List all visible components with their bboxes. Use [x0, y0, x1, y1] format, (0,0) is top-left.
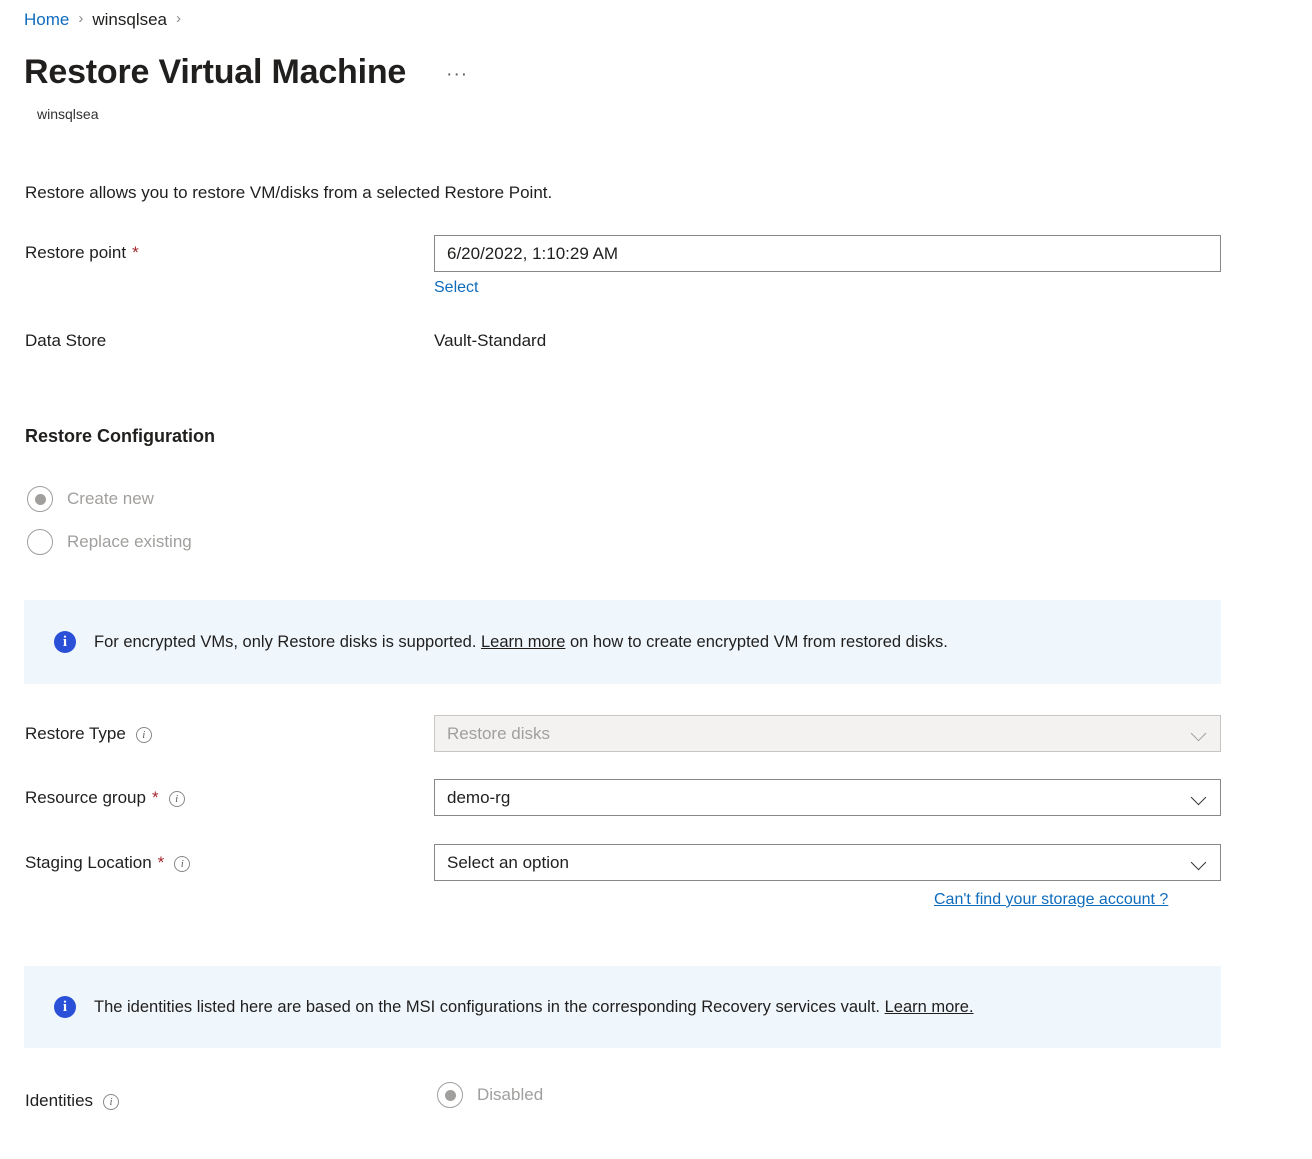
- learn-more-link[interactable]: Learn more.: [885, 998, 974, 1016]
- breadcrumb: Home › winsqlsea ›: [24, 8, 190, 32]
- info-banner-encrypted-vms-text: For encrypted VMs, only Restore disks is…: [94, 631, 948, 653]
- radio-identities-disabled[interactable]: Disabled: [437, 1082, 543, 1108]
- info-circle-icon[interactable]: i: [174, 856, 191, 872]
- required-indicator: *: [157, 853, 165, 872]
- banner-text-after: on how to create encrypted VM from resto…: [565, 633, 948, 651]
- info-banner-identities: i The identities listed here are based o…: [24, 966, 1221, 1048]
- radio-identities-disabled-indicator[interactable]: [437, 1082, 463, 1108]
- radio-create-new-label: Create new: [67, 489, 154, 508]
- banner-text-before: The identities listed here are based on …: [94, 998, 885, 1016]
- page-subtitle: winsqlsea: [37, 106, 99, 122]
- staging-location-label: Staging Location * i: [25, 851, 191, 875]
- page-title: Restore Virtual Machine: [24, 53, 407, 91]
- radio-replace-existing[interactable]: Replace existing: [27, 529, 192, 555]
- page-title-row: Restore Virtual Machine ···: [24, 50, 472, 94]
- identities-label: Identities i: [25, 1089, 120, 1113]
- info-circle-icon[interactable]: i: [168, 791, 185, 807]
- chevron-down-icon: [1192, 726, 1208, 742]
- chevron-down-icon: [1192, 855, 1208, 871]
- radio-replace-existing-label: Replace existing: [67, 532, 192, 551]
- radio-create-new[interactable]: Create new: [27, 486, 154, 512]
- restore-type-value: Restore disks: [447, 723, 550, 743]
- info-banner-encrypted-vms: i For encrypted VMs, only Restore disks …: [24, 600, 1221, 684]
- cant-find-storage-account-link[interactable]: Can't find your storage account ?: [934, 889, 1168, 911]
- staging-location-dropdown[interactable]: Select an option: [434, 844, 1221, 881]
- intro-text: Restore allows you to restore VM/disks f…: [25, 183, 553, 202]
- breadcrumb-item-home[interactable]: Home: [24, 8, 69, 32]
- resource-group-dropdown[interactable]: demo-rg: [434, 779, 1221, 816]
- info-icon: i: [54, 996, 76, 1018]
- breadcrumb-item-winsqlsea[interactable]: winsqlsea: [92, 8, 167, 32]
- info-circle-icon[interactable]: i: [103, 1094, 120, 1110]
- restore-point-input[interactable]: 6/20/2022, 1:10:29 AM: [434, 235, 1221, 272]
- required-indicator: *: [132, 243, 139, 262]
- data-store-label: Data Store: [25, 331, 107, 350]
- breadcrumb-separator-icon: ›: [78, 10, 84, 27]
- radio-replace-existing-indicator[interactable]: [27, 529, 53, 555]
- restore-type-dropdown: Restore disks: [434, 715, 1221, 752]
- restore-type-label: Restore Type i: [25, 722, 152, 746]
- info-banner-identities-text: The identities listed here are based on …: [94, 996, 974, 1018]
- required-indicator: *: [151, 788, 159, 807]
- more-options-icon[interactable]: ···: [442, 64, 472, 86]
- resource-group-value: demo-rg: [447, 787, 511, 807]
- restore-point-label: Restore point *: [25, 241, 139, 265]
- radio-create-new-indicator[interactable]: [27, 486, 53, 512]
- chevron-down-icon: [1192, 790, 1208, 806]
- data-store-value: Vault-Standard: [434, 331, 547, 350]
- info-circle-icon[interactable]: i: [135, 727, 152, 743]
- restore-virtual-machine-page: Home › winsqlsea › Restore Virtual Machi…: [0, 0, 1312, 1159]
- info-icon: i: [54, 631, 76, 653]
- banner-text-before: For encrypted VMs, only Restore disks is…: [94, 633, 481, 651]
- radio-identities-disabled-label: Disabled: [477, 1085, 544, 1104]
- learn-more-link[interactable]: Learn more: [481, 633, 565, 651]
- restore-configuration-heading: Restore Configuration: [25, 426, 216, 446]
- staging-location-value: Select an option: [447, 852, 569, 872]
- restore-point-select-link[interactable]: Select: [434, 277, 478, 299]
- resource-group-label: Resource group * i: [25, 786, 185, 810]
- breadcrumb-separator-icon-2: ›: [176, 10, 182, 27]
